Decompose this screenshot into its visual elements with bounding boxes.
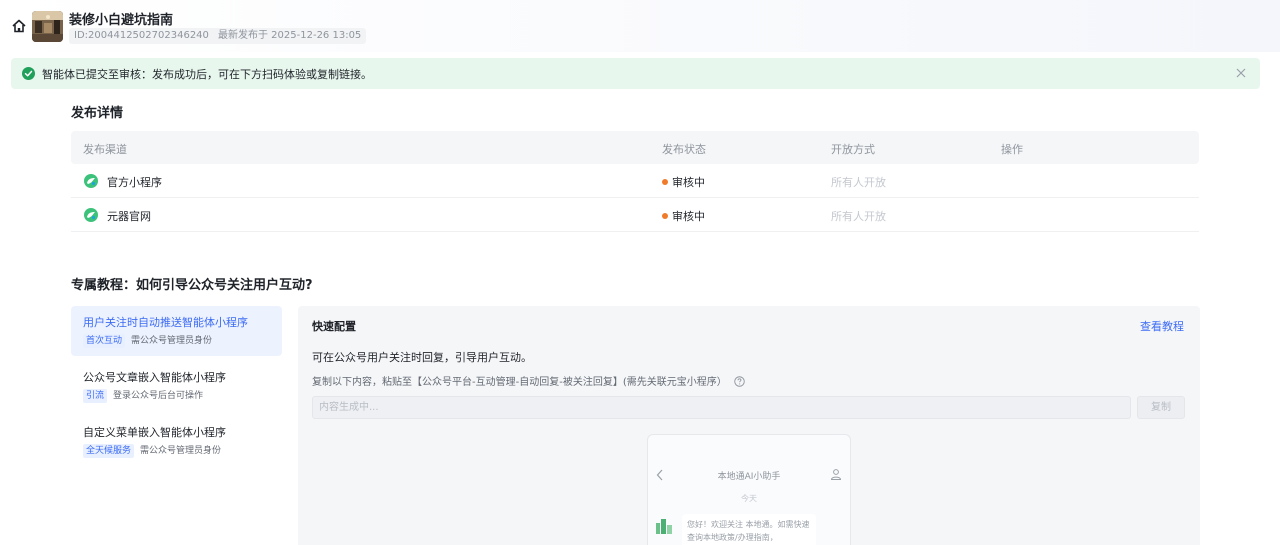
status-badge: 审核中 — [662, 208, 705, 224]
publish-time: 最新发布于 2025-12-26 13:05 — [213, 28, 367, 44]
close-icon[interactable] — [1236, 68, 1246, 78]
tutorial-title: 专属教程：如何引导公众号关注用户互动? — [71, 278, 313, 293]
copy-button[interactable]: 复制 — [1137, 396, 1185, 419]
publish-details-title: 发布详情 — [71, 106, 124, 121]
bot-avatar-icon — [656, 519, 672, 534]
tutorial-item-menu[interactable]: 自定义菜单嵌入智能体小程序 全天候服务 需公众号管理员身份 — [71, 416, 282, 466]
column-status: 发布状态 — [662, 143, 706, 156]
tutorial-desc: 登录公众号后台可操作 — [113, 391, 204, 401]
table-header: 发布渠道 发布状态 开放方式 操作 — [71, 131, 1199, 164]
tutorial-tag: 全天候服务 — [83, 444, 135, 458]
chat-time: 今天 — [741, 494, 757, 503]
config-description: 可在公众号用户关注时回复，引导用户互动。 — [312, 351, 532, 364]
tutorial-tag: 引流 — [83, 389, 108, 403]
generated-content-input[interactable] — [312, 396, 1131, 419]
config-title: 快速配置 — [312, 320, 356, 333]
phone-preview: 本地通AI小助手 今天 您好！欢迎关注 本地通。如需快速查询本地政策/办理指南， — [647, 434, 851, 545]
help-icon[interactable] — [734, 376, 745, 387]
config-instruction-text: 复制以下内容，粘贴至【公众号平台-互动管理-自动回复-被关注回复】(需先关联元宝… — [312, 377, 727, 388]
check-circle-icon — [22, 67, 35, 80]
status-badge: 审核中 — [662, 174, 705, 190]
agent-id: ID:2004412502702346240 — [69, 28, 232, 44]
miniprogram-icon — [84, 174, 98, 188]
phone-title: 本地通AI小助手 — [717, 472, 781, 482]
access-mode: 所有人开放 — [831, 176, 886, 189]
publish-table: 发布渠道 发布状态 开放方式 操作 官方小程序 审核中 所有人开放 元器官网 审… — [71, 131, 1199, 232]
tutorial-tag: 首次互动 — [83, 334, 126, 348]
chat-bubble: 您好！欢迎关注 本地通。如需快速查询本地政策/办理指南， — [682, 514, 816, 545]
channel-name: 官方小程序 — [107, 176, 162, 189]
column-channel: 发布渠道 — [83, 143, 127, 156]
status-text: 审核中 — [672, 210, 705, 223]
agent-title: 装修小白避坑指南 — [69, 13, 174, 28]
agent-avatar — [32, 11, 63, 42]
status-dot — [662, 213, 668, 219]
table-row: 元器官网 审核中 所有人开放 — [71, 198, 1199, 232]
view-tutorial-link[interactable]: 查看教程 — [1140, 318, 1184, 334]
tutorial-desc: 需公众号管理员身份 — [131, 336, 213, 346]
status-dot — [662, 179, 668, 185]
home-icon[interactable] — [11, 18, 27, 34]
tutorial-item-article[interactable]: 公众号文章嵌入智能体小程序 引流 登录公众号后台可操作 — [71, 361, 282, 411]
channel-name: 元器官网 — [107, 210, 151, 223]
website-icon — [84, 208, 98, 222]
config-instruction: 复制以下内容，粘贴至【公众号平台-互动管理-自动回复-被关注回复】(需先关联元宝… — [312, 373, 745, 388]
alert-message: 智能体已提交至审核：发布成功后，可在下方扫码体验或复制链接。 — [42, 68, 372, 81]
top-bar: 装修小白避坑指南 ID:2004412502702346240 最新发布于 20… — [0, 0, 1280, 52]
quick-config-panel: 快速配置 查看教程 可在公众号用户关注时回复，引导用户互动。 复制以下内容，粘贴… — [298, 306, 1200, 545]
access-mode: 所有人开放 — [831, 210, 886, 223]
column-access: 开放方式 — [831, 143, 875, 156]
tutorial-item-title: 公众号文章嵌入智能体小程序 — [83, 371, 226, 384]
tutorial-item-auto-reply[interactable]: 用户关注时自动推送智能体小程序 首次互动 需公众号管理员身份 — [71, 306, 282, 356]
tutorial-item-title: 自定义菜单嵌入智能体小程序 — [83, 426, 226, 439]
column-actions: 操作 — [1001, 143, 1023, 156]
tutorial-desc: 需公众号管理员身份 — [140, 446, 222, 456]
agent-id-text: ID:2004412502702346240 — [74, 30, 209, 41]
success-alert: 智能体已提交至审核：发布成功后，可在下方扫码体验或复制链接。 — [11, 58, 1260, 89]
table-row: 官方小程序 审核中 所有人开放 — [71, 164, 1199, 198]
status-text: 审核中 — [672, 176, 705, 189]
tutorial-item-title: 用户关注时自动推送智能体小程序 — [83, 316, 248, 329]
user-icon — [830, 469, 842, 480]
